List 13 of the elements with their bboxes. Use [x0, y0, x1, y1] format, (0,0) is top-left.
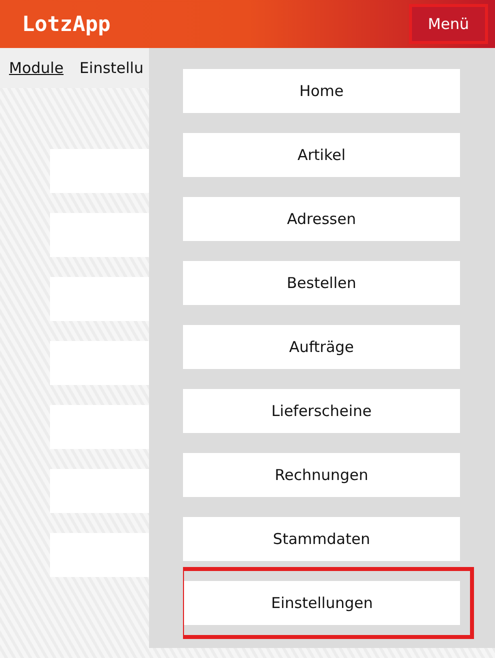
- menu-item[interactable]: Einstellungen: [184, 581, 460, 625]
- menu-item[interactable]: Rechnungen: [183, 453, 460, 497]
- nav-link[interactable]: Einstellu: [80, 59, 144, 77]
- menu-item[interactable]: Artikel: [183, 133, 460, 177]
- app-logo: LotzApp: [22, 12, 111, 36]
- menu-item[interactable]: Aufträge: [183, 325, 460, 369]
- menu-item[interactable]: Bestellen: [183, 261, 460, 305]
- menu-item[interactable]: Stammdaten: [183, 517, 460, 561]
- menu-item[interactable]: Adressen: [183, 197, 460, 241]
- menu-item[interactable]: Home: [183, 69, 460, 113]
- nav-link[interactable]: Module: [9, 59, 64, 77]
- menu-item[interactable]: Lieferscheine: [183, 389, 460, 433]
- menu-button[interactable]: Menü: [408, 4, 488, 44]
